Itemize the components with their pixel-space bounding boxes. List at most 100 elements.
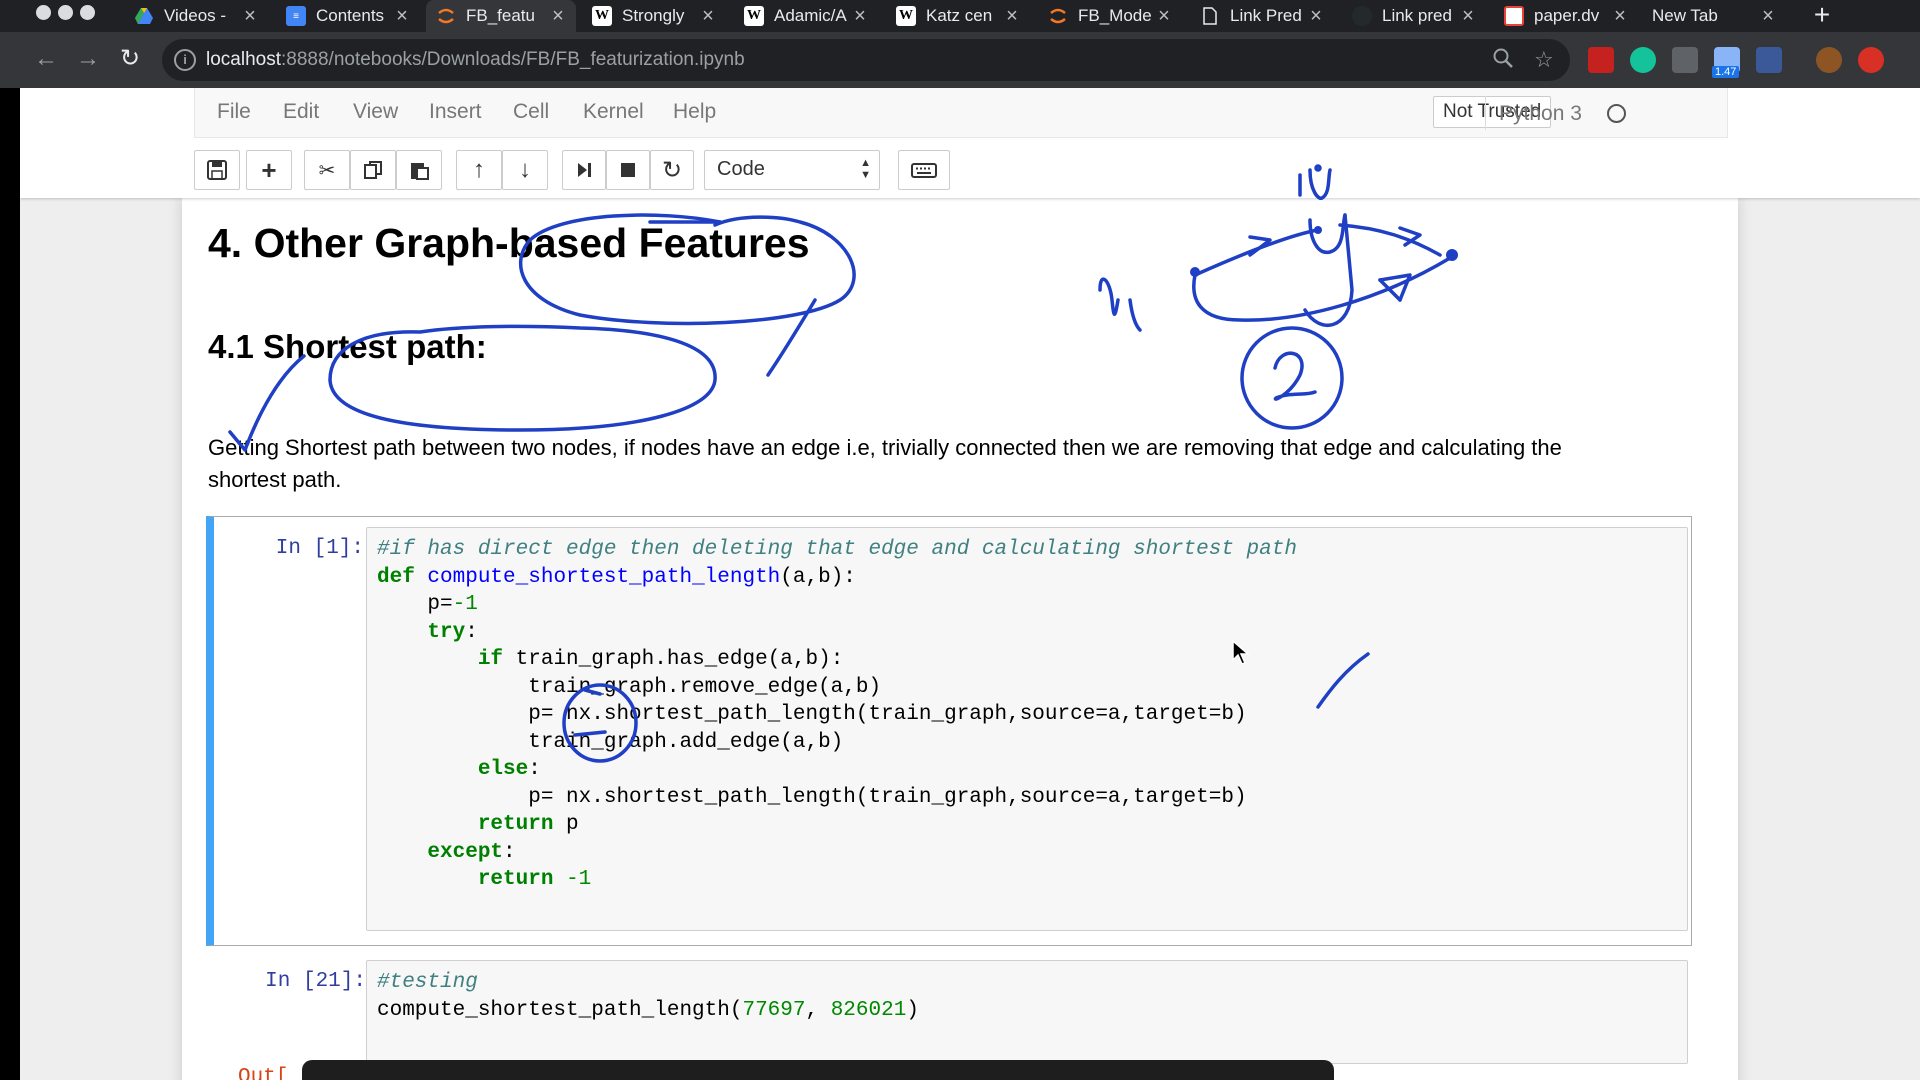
bookmark-star-icon[interactable]: ☆: [1534, 47, 1554, 73]
copy-button[interactable]: [350, 150, 396, 190]
wikipedia-icon: W: [744, 6, 764, 26]
browser-tab[interactable]: New Tab ×: [1642, 0, 1786, 32]
close-tab-icon[interactable]: ×: [1154, 5, 1174, 28]
paste-button[interactable]: [396, 150, 442, 190]
save-icon: [207, 160, 227, 180]
cut-button[interactable]: ✂: [304, 150, 350, 190]
menu-help[interactable]: Help: [673, 100, 716, 124]
browser-tab[interactable]: W Strongly ×: [582, 0, 726, 32]
stop-icon: [621, 163, 635, 177]
code-editor[interactable]: #testing compute_shortest_path_length(77…: [366, 960, 1688, 1064]
kernel-idle-indicator-icon: [1607, 104, 1626, 123]
back-icon[interactable]: ←: [30, 44, 62, 76]
close-tab-icon[interactable]: ×: [698, 5, 718, 28]
select-arrows-icon: ▲ ▼: [860, 157, 871, 181]
refresh-icon: ↻: [661, 156, 683, 184]
reload-icon[interactable]: ↻: [114, 44, 146, 76]
google-docs-icon: ≡: [286, 6, 306, 26]
menu-insert[interactable]: Insert: [429, 100, 482, 124]
close-tab-icon[interactable]: ×: [1306, 5, 1326, 28]
plus-icon: +: [261, 154, 277, 185]
section-heading: 4. Other Graph-based Features: [208, 220, 810, 266]
restart-kernel-button[interactable]: ↻: [650, 150, 694, 190]
move-cell-down-button[interactable]: ↓: [502, 150, 548, 190]
browser-tab[interactable]: W Adamic/A ×: [734, 0, 878, 32]
close-window-button[interactable]: [36, 5, 51, 20]
jupyter-header: File Edit View Insert Cell Kernel Help N…: [20, 88, 1920, 198]
output-prompt: Out[: [238, 1066, 289, 1080]
close-tab-icon[interactable]: ×: [1002, 5, 1022, 28]
menu-view[interactable]: View: [353, 100, 398, 124]
code-cell-selected[interactable]: In [1]: #if has direct edge then deletin…: [206, 516, 1692, 946]
address-bar[interactable]: i localhost:8888/notebooks/Downloads/FB/…: [162, 39, 1570, 81]
browser-tab[interactable]: Link pred ×: [1342, 0, 1486, 32]
arrow-down-icon: ↓: [519, 156, 531, 183]
menu-edit[interactable]: Edit: [283, 100, 319, 124]
jupyter-icon: [1048, 6, 1068, 26]
browser-tab-strip: Videos - × ≡ Contents × FB_featu × W Str…: [0, 0, 1920, 32]
app-dock[interactable]: [302, 1060, 1334, 1080]
code-editor[interactable]: #if has direct edge then deleting that e…: [366, 527, 1688, 931]
scissors-icon: ✂: [318, 159, 336, 182]
move-cell-up-button[interactable]: ↑: [456, 150, 502, 190]
close-tab-icon[interactable]: ×: [850, 5, 870, 28]
browser-tab[interactable]: paper.dv ×: [1494, 0, 1638, 32]
browser-tab[interactable]: Link Pred ×: [1190, 0, 1334, 32]
menu-cell[interactable]: Cell: [513, 100, 549, 124]
save-button[interactable]: [194, 150, 240, 190]
pdf-icon: [1504, 6, 1524, 26]
command-palette-button[interactable]: [898, 150, 950, 190]
maximize-window-button[interactable]: [80, 5, 95, 20]
grammarly-extension-icon[interactable]: [1630, 47, 1656, 73]
interrupt-kernel-button[interactable]: [606, 150, 650, 190]
document-icon: [1200, 6, 1220, 26]
browser-tab[interactable]: ≡ Contents ×: [276, 0, 420, 32]
browser-tab[interactable]: W Katz cen ×: [886, 0, 1030, 32]
close-tab-icon[interactable]: ×: [1758, 5, 1778, 28]
input-prompt: In [21]:: [265, 970, 366, 993]
profile-avatar[interactable]: [1816, 47, 1842, 73]
subsection-heading: 4.1 Shortest path:: [208, 328, 487, 365]
menu-file[interactable]: File: [217, 100, 251, 124]
close-tab-icon[interactable]: ×: [548, 5, 568, 28]
url-text[interactable]: localhost:8888/notebooks/Downloads/FB/FB…: [206, 49, 745, 71]
facebook-extension-icon[interactable]: [1756, 47, 1782, 73]
close-tab-icon[interactable]: ×: [1458, 5, 1478, 28]
jupyter-page: File Edit View Insert Cell Kernel Help N…: [20, 88, 1920, 1080]
mouse-cursor-icon: [1232, 640, 1250, 665]
markdown-description: Getting Shortest path between two nodes,…: [208, 435, 1562, 492]
gmail-extension-icon[interactable]: [1588, 47, 1614, 73]
arrow-up-icon: ↑: [473, 156, 485, 183]
code-cell[interactable]: In [21]: #testing compute_shortest_path_…: [206, 950, 1692, 1070]
browser-toolbar: ← → ↻ i localhost:8888/notebooks/Downloa…: [0, 32, 1920, 88]
run-cell-button[interactable]: [562, 150, 606, 190]
browser-tab[interactable]: FB_Mode ×: [1038, 0, 1182, 32]
close-tab-icon[interactable]: ×: [1610, 5, 1630, 28]
input-prompt: In [1]:: [275, 537, 364, 560]
github-icon: [1352, 6, 1372, 26]
browser-tab[interactable]: Videos - ×: [124, 0, 268, 32]
browser-tab-active[interactable]: FB_featu ×: [426, 0, 576, 32]
update-extension-icon[interactable]: [1858, 47, 1884, 73]
divider: [1485, 96, 1486, 130]
step-forward-icon: [578, 163, 591, 177]
forward-icon[interactable]: →: [72, 44, 104, 76]
zoom-icon[interactable]: [1492, 47, 1514, 75]
cell-type-select[interactable]: Code ▲ ▼: [704, 150, 880, 190]
code-text[interactable]: #if has direct edge then deleting that e…: [367, 528, 1687, 902]
insert-cell-button[interactable]: +: [246, 150, 292, 190]
close-tab-icon[interactable]: ×: [240, 5, 260, 28]
keyboard-icon: [911, 163, 937, 178]
code-text[interactable]: #testing compute_shortest_path_length(77…: [367, 961, 1687, 1032]
menu-kernel[interactable]: Kernel: [583, 100, 644, 124]
wikipedia-icon: W: [896, 6, 916, 26]
site-info-icon[interactable]: i: [174, 49, 196, 71]
minimize-window-button[interactable]: [58, 5, 73, 20]
jupyter-icon: [436, 6, 456, 26]
new-tab-button[interactable]: +: [1806, 0, 1838, 32]
paste-icon: [411, 163, 429, 180]
google-drive-icon: [134, 6, 154, 26]
share-extension-icon[interactable]: [1672, 47, 1698, 73]
menu-bar: File Edit View Insert Cell Kernel Help N…: [194, 88, 1728, 138]
close-tab-icon[interactable]: ×: [392, 5, 412, 28]
